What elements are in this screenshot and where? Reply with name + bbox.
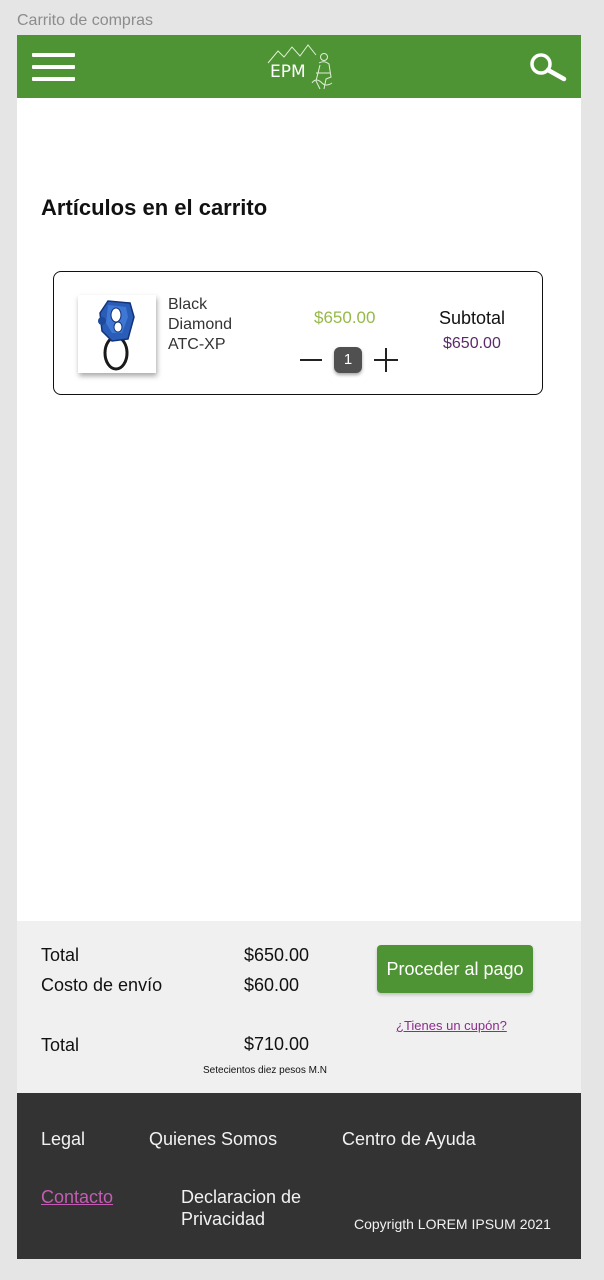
cart-title: Artículos en el carrito xyxy=(41,195,268,220)
cart-screen: EPM Artículos en el carrito Black Diamon… xyxy=(17,35,581,1259)
shipping-value: $60.00 xyxy=(244,975,300,995)
total-value: $650.00 xyxy=(244,945,310,965)
footer-link-legal[interactable]: Legal xyxy=(41,1129,85,1150)
footer-link-help[interactable]: Centro de Ayuda xyxy=(342,1129,476,1150)
belay-device-icon xyxy=(98,300,135,371)
subtotal-value: $650.00 xyxy=(443,335,501,352)
hamburger-menu-icon[interactable] xyxy=(32,51,75,83)
footer-link-contact[interactable]: Contacto xyxy=(41,1187,113,1208)
frame-title: Carrito de compras xyxy=(17,12,154,29)
search-icon[interactable] xyxy=(529,52,567,82)
grand-total-value: $710.00 xyxy=(244,1034,310,1054)
amount-in-words: Setecientos diez pesos M.N xyxy=(203,1065,327,1076)
navbar: EPM xyxy=(17,35,581,98)
product-image[interactable] xyxy=(78,295,156,373)
total-label: Total xyxy=(41,945,80,965)
logo-text: EPM xyxy=(270,62,306,82)
footer-link-about[interactable]: Quienes Somos xyxy=(149,1129,277,1150)
subtotal-label: Subtotal xyxy=(439,308,506,328)
quantity-value[interactable]: 1 xyxy=(334,347,362,373)
decrease-quantity-button[interactable] xyxy=(300,346,322,374)
order-summary: Total $650.00 Costo de envío $60.00 Tota… xyxy=(17,921,581,1093)
footer: Legal Quienes Somos Centro de Ayuda Cont… xyxy=(17,1093,581,1259)
grand-total-label: Total xyxy=(41,1035,80,1055)
cart-item: Black Diamond ATC-XP $650.00 1 Subtotal … xyxy=(53,271,543,395)
coupon-link[interactable]: ¿Tienes un cupón? xyxy=(396,1018,507,1033)
epm-logo[interactable]: EPM xyxy=(264,43,336,93)
shipping-label: Costo de envío xyxy=(41,975,163,995)
copyright: Copyrigth LOREM IPSUM 2021 xyxy=(354,1216,551,1232)
unit-price: $650.00 xyxy=(314,308,376,327)
footer-link-privacy[interactable]: Declaracion de Privacidad xyxy=(181,1186,301,1230)
checkout-button[interactable]: Proceder al pago xyxy=(377,945,533,993)
product-name[interactable]: Black Diamond ATC-XP xyxy=(168,295,258,355)
increase-quantity-button[interactable] xyxy=(374,347,398,373)
